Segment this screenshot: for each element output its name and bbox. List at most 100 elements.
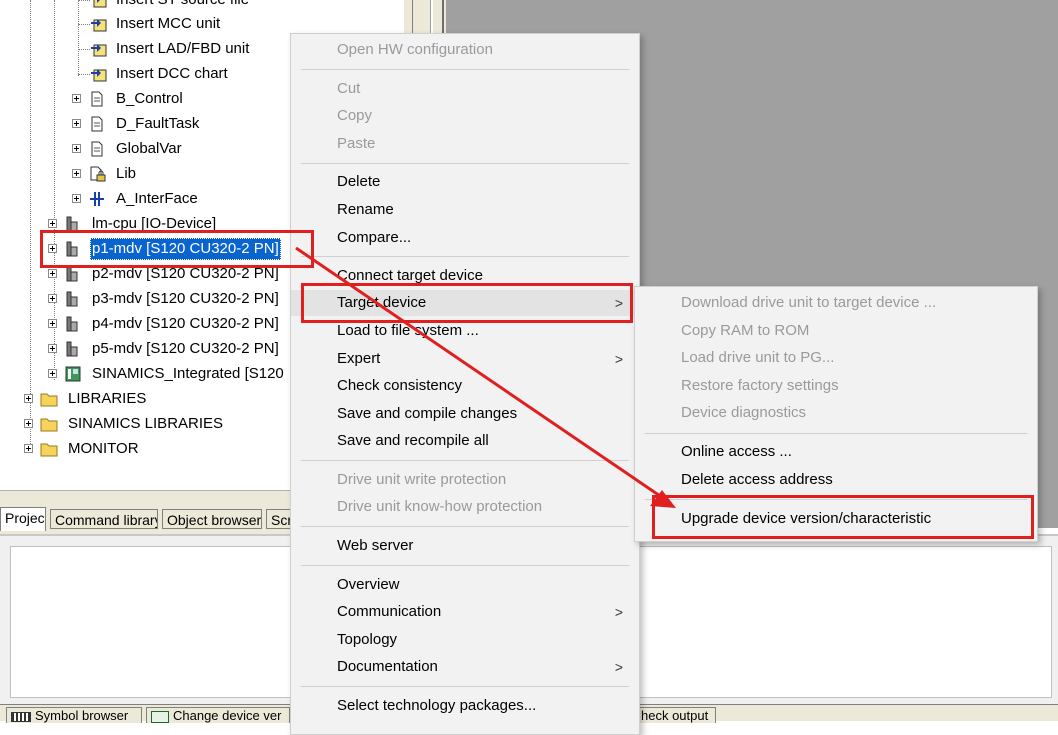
menu-item-know-how-protection[interactable]: Drive unit know-how protection: [291, 494, 639, 520]
menu-item-open-hw-config[interactable]: Open HW configuration: [291, 37, 639, 63]
menu-item-label: Copy: [337, 107, 373, 124]
expand-icon[interactable]: [72, 144, 81, 153]
tree-item-label: MONITOR: [68, 440, 139, 457]
submenu-arrow-icon: >: [614, 604, 623, 620]
menu-item-restore-factory[interactable]: Restore factory settings: [635, 373, 1037, 399]
menu-item-delete[interactable]: Delete: [291, 169, 639, 195]
tree-item-label: LIBRARIES: [68, 390, 147, 407]
tab-command-library[interactable]: Command library: [50, 509, 158, 529]
menu-item-save-compile-changes[interactable]: Save and compile changes: [291, 401, 639, 427]
tab-label: Change device ver: [173, 708, 282, 723]
menu-item-label: Download drive unit to target device ...: [681, 294, 937, 311]
menu-item-select-technology-packages[interactable]: Select technology packages...: [291, 693, 639, 719]
tree-item-label: Insert DCC chart: [116, 65, 228, 82]
menu-item-label: Save and compile changes: [337, 405, 518, 422]
tree-connector: [78, 24, 90, 26]
menu-item-label: Online access ...: [681, 443, 792, 460]
menu-item-compare[interactable]: Compare...: [291, 225, 639, 251]
insert-icon: [91, 19, 107, 32]
menu-separator: [645, 433, 1027, 434]
menu-item-label: Select technology packages...: [337, 697, 537, 714]
document-icon: [91, 116, 103, 132]
menu-item-label: Delete access address: [681, 471, 833, 488]
menu-item-copy-ram-to-rom[interactable]: Copy RAM to ROM: [635, 318, 1037, 344]
menu-item-label: Rename: [337, 201, 394, 218]
menu-separator: [301, 69, 629, 70]
expand-icon[interactable]: [48, 344, 57, 353]
tree-connector: [78, 74, 90, 76]
folder-icon: [40, 393, 58, 407]
tree-item-label: GlobalVar: [116, 140, 182, 157]
document-icon: [91, 91, 103, 107]
tree-item-label: p3-mdv [S120 CU320-2 PN]: [92, 290, 279, 307]
document-icon: [91, 141, 103, 157]
expand-icon[interactable]: [24, 444, 33, 453]
menu-item-label: Copy RAM to ROM: [681, 322, 810, 339]
expand-icon[interactable]: [24, 394, 33, 403]
expand-icon[interactable]: [48, 219, 57, 228]
tab-check-output[interactable]: heck output: [636, 707, 716, 723]
menu-item-load-to-pg[interactable]: Load drive unit to PG...: [635, 345, 1037, 371]
menu-item-check-consistency[interactable]: Check consistency: [291, 373, 639, 399]
menu-item-web-server[interactable]: Web server: [291, 533, 639, 559]
expand-icon[interactable]: [48, 369, 57, 378]
menu-item-paste[interactable]: Paste: [291, 131, 639, 157]
menu-separator: [301, 256, 629, 257]
menu-item-label: Restore factory settings: [681, 377, 839, 394]
expand-icon[interactable]: [72, 194, 81, 203]
menu-item-label: Overview: [337, 576, 400, 593]
tree-connector: [78, 49, 90, 51]
menu-item-save-recompile-all[interactable]: Save and recompile all: [291, 428, 639, 454]
submenu-arrow-icon: >: [614, 659, 623, 675]
expand-icon[interactable]: [72, 119, 81, 128]
expand-icon[interactable]: [72, 94, 81, 103]
menu-item-overview[interactable]: Overview: [291, 572, 639, 598]
menu-item-download-drive-unit[interactable]: Download drive unit to target device ...: [635, 290, 1037, 316]
menu-item-copy[interactable]: Copy: [291, 103, 639, 129]
tab-project[interactable]: Project: [0, 507, 46, 531]
highlight-box-target-device: [301, 283, 633, 323]
menu-item-device-diagnostics[interactable]: Device diagnostics: [635, 400, 1037, 426]
menu-item-label: Cut: [337, 80, 361, 97]
tree-item-label: Lib: [116, 165, 137, 182]
menu-item-label: Paste: [337, 135, 376, 152]
expand-icon[interactable]: [48, 294, 57, 303]
menu-item-label: Load drive unit to PG...: [681, 349, 835, 366]
expand-icon[interactable]: [72, 169, 81, 178]
tree-connector: [78, 0, 90, 2]
menu-item-cut[interactable]: Cut: [291, 76, 639, 102]
context-menu: Open HW configuration Cut Copy Paste Del…: [290, 33, 640, 735]
insert-icon: [91, 69, 107, 82]
integrated-drive-icon: [65, 366, 81, 382]
tree-item-label: SINAMICS LIBRARIES: [68, 415, 224, 432]
expand-icon[interactable]: [48, 269, 57, 278]
tree-item-label: Insert LAD/FBD unit: [116, 40, 250, 57]
menu-item-delete-access-address[interactable]: Delete access address: [635, 467, 1037, 493]
expand-icon[interactable]: [48, 319, 57, 328]
menu-item-online-access[interactable]: Online access ...: [635, 439, 1037, 465]
menu-item-expert[interactable]: Expert >: [291, 346, 639, 372]
drive-device-icon: [66, 341, 78, 357]
menu-item-documentation[interactable]: Documentation >: [291, 654, 639, 680]
tab-symbol-browser[interactable]: Symbol browser: [6, 707, 142, 723]
library-lock-icon: [90, 166, 106, 182]
menu-item-write-protection[interactable]: Drive unit write protection: [291, 467, 639, 493]
menu-item-label: Check consistency: [337, 377, 463, 394]
menu-item-label: Compare...: [337, 229, 412, 246]
menu-item-rename[interactable]: Rename: [291, 197, 639, 223]
expand-icon[interactable]: [24, 419, 33, 428]
symbol-browser-icon: [11, 711, 31, 722]
tree-item-label: B_Control: [116, 90, 183, 107]
highlight-box-upgrade-device: [652, 495, 1034, 539]
menu-item-label: Topology: [337, 631, 398, 648]
highlight-box-selected-device: [40, 230, 314, 268]
tab-change-device-version[interactable]: Change device ver: [146, 707, 290, 723]
menu-item-communication[interactable]: Communication >: [291, 599, 639, 625]
tab-object-browser[interactable]: Object browser: [162, 509, 262, 529]
menu-item-label: Documentation: [337, 658, 438, 675]
menu-item-topology[interactable]: Topology: [291, 627, 639, 653]
menu-item-label: Open HW configuration: [337, 41, 493, 58]
interface-icon: [90, 192, 104, 206]
tree-item-label: p4-mdv [S120 CU320-2 PN]: [92, 315, 279, 332]
insert-icon: [91, 0, 107, 8]
